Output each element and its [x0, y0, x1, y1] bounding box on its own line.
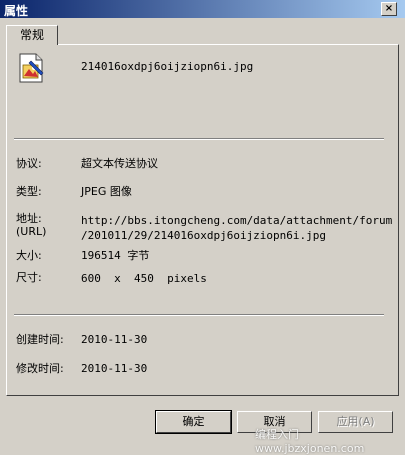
dimensions-value: 600 x 450 pixels — [81, 272, 207, 285]
close-button[interactable]: × — [381, 2, 397, 16]
properties-dialog: 属性 × 常规 214016oxdpj6oijziopn6i.jpg 协议: 超… — [0, 0, 405, 455]
tab-general[interactable]: 常规 — [6, 25, 58, 45]
modified-value: 2010-11-30 — [81, 362, 148, 375]
size-value: 196514 字节 — [81, 249, 150, 262]
title-bar[interactable]: 属性 × — [0, 0, 405, 18]
watermark-text: 编程入门 www.jbzxjonen.com — [255, 428, 365, 455]
jpeg-image-file-icon — [19, 53, 44, 83]
address-label-url: (URL) — [16, 225, 47, 238]
created-label: 创建时间: — [16, 333, 64, 346]
protocol-label: 协议: — [16, 157, 42, 170]
address-line-1[interactable]: http://bbs.itongcheng.com/data/attachmen… — [81, 214, 392, 228]
file-name: 214016oxdpj6oijziopn6i.jpg — [81, 60, 254, 73]
created-value: 2010-11-30 — [81, 333, 148, 346]
address-label: 地址: — [16, 212, 42, 225]
window-title: 属性 — [4, 4, 29, 18]
type-label: 类型: — [16, 185, 42, 198]
dimensions-label: 尺寸: — [16, 271, 42, 284]
separator-top — [14, 138, 384, 140]
size-label: 大小: — [16, 249, 42, 262]
modified-label: 修改时间: — [16, 362, 64, 375]
address-line-2[interactable]: /201011/29/214016oxdpj6oijziopn6i.jpg — [81, 229, 326, 243]
protocol-value: 超文本传送协议 — [81, 157, 158, 170]
type-value: JPEG 图像 — [81, 185, 132, 198]
ok-button[interactable]: 确定 — [155, 410, 232, 434]
separator-bottom — [14, 314, 384, 316]
